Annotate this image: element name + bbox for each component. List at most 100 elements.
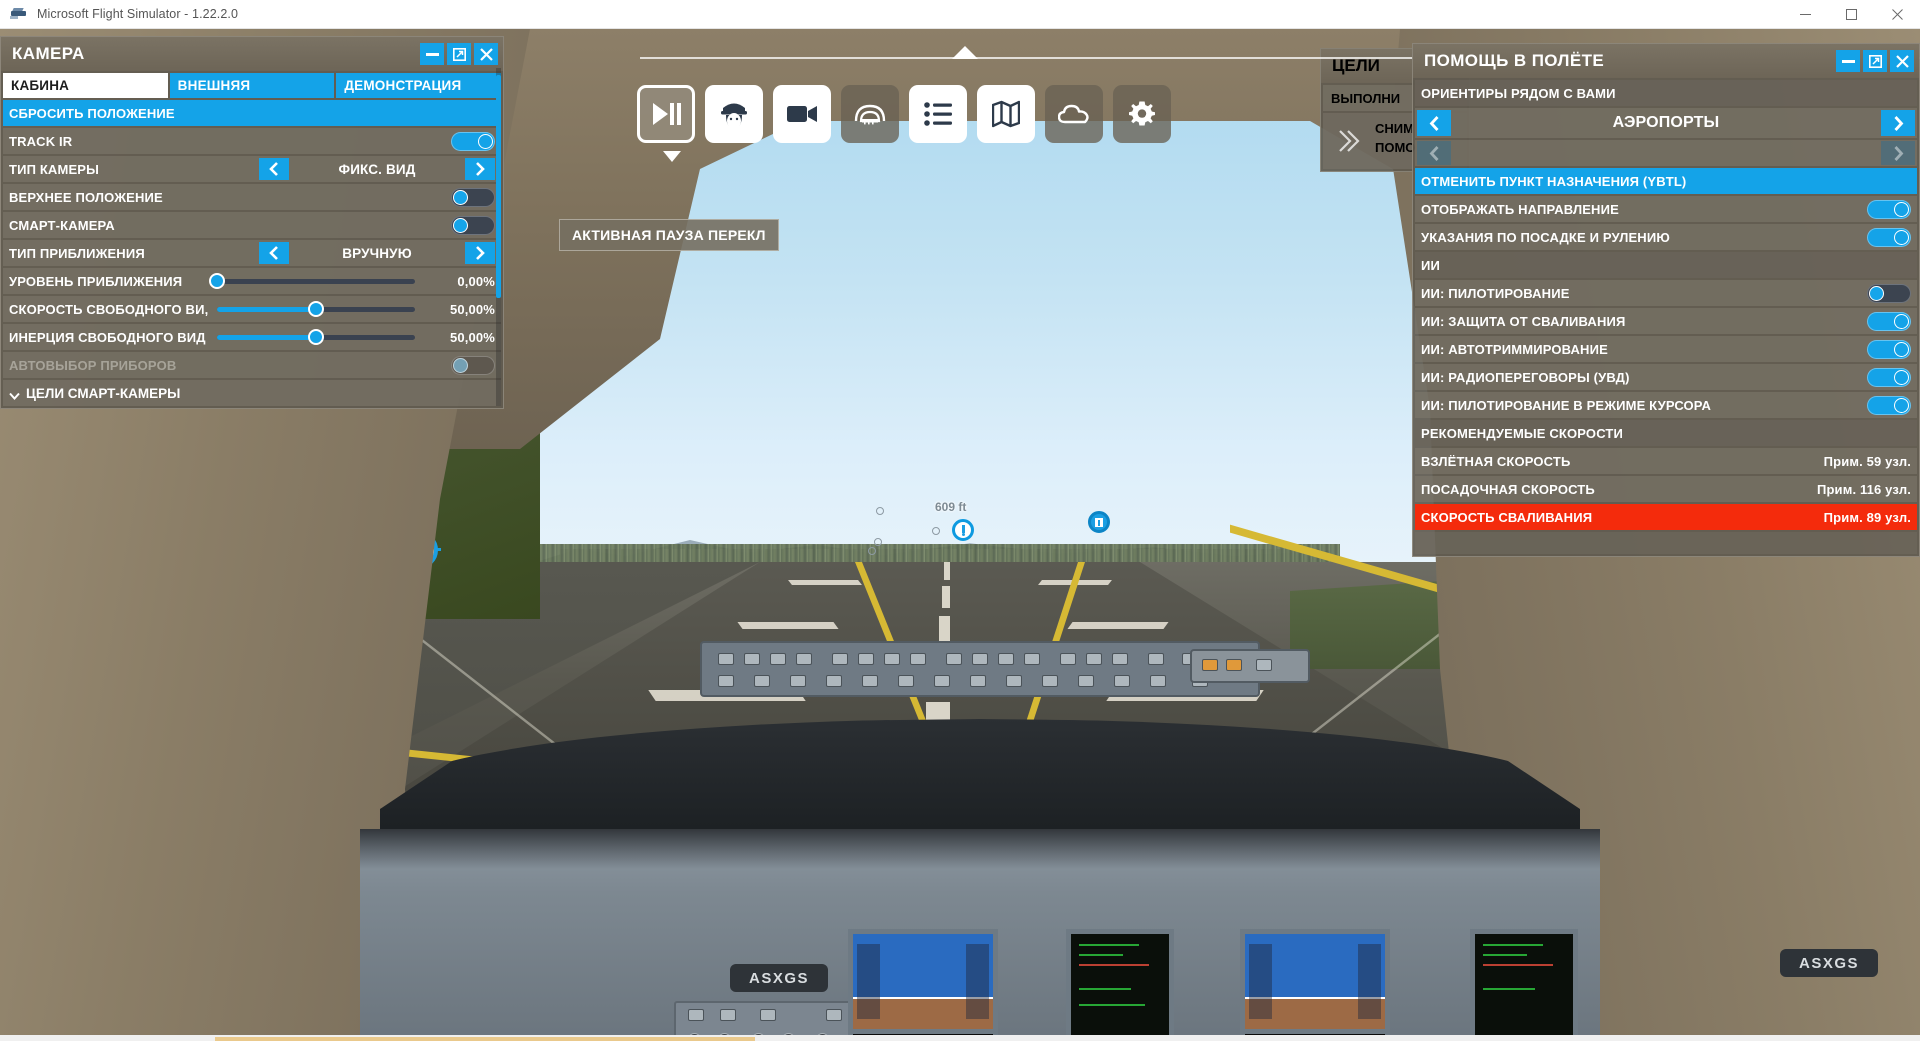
recommended-speeds-label: РЕКОМЕНДУЕМЫЕ СКОРОСТИ — [1421, 425, 1623, 441]
landmark-category-prev-button[interactable] — [1417, 110, 1451, 136]
landmark-item-value — [1415, 140, 1917, 166]
toolbar-weather-button[interactable] — [1045, 85, 1103, 143]
tab-external[interactable]: ВНЕШНЯЯ — [169, 73, 335, 98]
minimize-icon[interactable] — [420, 43, 444, 65]
flight-assistant-panel[interactable]: ПОМОЩЬ В ПОЛЁТЕ ОРИЕНТИРЫ РЯДОМ С ВАМИ А… — [1412, 43, 1920, 557]
poi-landmark-icon — [1088, 511, 1110, 533]
show-direction-label: ОТОБРАЖАТЬ НАПРАВЛЕНИЕ — [1421, 201, 1619, 217]
window-titlebar[interactable]: Microsoft Flight Simulator - 1.22.2.0 — [0, 0, 1920, 29]
ai-radio-atc-label: ИИ: РАДИОПЕРЕГОВОРЫ (УВД) — [1421, 369, 1630, 385]
smart-camera-toggle[interactable] — [451, 216, 495, 235]
toolbar-settings-button[interactable] — [1113, 85, 1171, 143]
upper-position-label: ВЕРХНЕЕ ПОЛОЖЕНИЕ — [9, 189, 163, 205]
toolbar-pilot-assist-button[interactable] — [705, 85, 763, 143]
track-ir-toggle[interactable] — [451, 132, 495, 151]
tab-cabin[interactable]: КАБИНА — [3, 73, 168, 98]
takeoff-speed-value: Прим. 59 узл. — [1823, 453, 1911, 469]
row-ai-autotrim[interactable]: ИИ: АВТОТРИММИРОВАНИЕ — [1415, 336, 1917, 362]
row-show-direction[interactable]: ОТОБРАЖАТЬ НАПРАВЛЕНИЕ — [1415, 196, 1917, 222]
smart-camera-targets-section[interactable]: ЦЕЛИ СМАРТ-КАМЕРЫ — [3, 380, 501, 406]
camera-type-prev-button[interactable] — [259, 158, 289, 180]
free-view-speed-label: СКОРОСТЬ СВОБОДНОГО ВИ, — [9, 301, 209, 317]
checklist-icon — [924, 102, 952, 126]
poi-marker-center[interactable] — [952, 519, 974, 541]
ai-autotrim-label: ИИ: АВТОТРИММИРОВАНИЕ — [1421, 341, 1608, 357]
zoom-type-next-button[interactable] — [465, 242, 495, 264]
player-position-icon[interactable] — [386, 529, 448, 575]
free-view-inertia-label: ИНЕРЦИЯ СВОБОДНОГО ВИД — [9, 329, 206, 345]
camera-row-camera-type[interactable]: ТИП КАМЕРЫ ФИКС. ВИД — [3, 156, 501, 182]
window-close-button[interactable] — [1874, 0, 1920, 29]
gear-icon — [1129, 101, 1155, 126]
stall-speed-value: Прим. 89 узл. — [1823, 509, 1911, 525]
row-ai-cursor-piloting[interactable]: ИИ: ПИЛОТИРОВАНИЕ В РЕЖИМЕ КУРСОРА — [1415, 392, 1917, 418]
camera-panel-scrollbar[interactable] — [496, 68, 501, 406]
camera-row-zoom-level[interactable]: УРОВЕНЬ ПРИБЛИЖЕНИЯ 0,00% — [3, 268, 501, 294]
window-maximize-button[interactable] — [1828, 0, 1874, 29]
camera-panel-tabs: КАБИНА ВНЕШНЯЯ ДЕМОНСТРАЦИЯ — [1, 71, 503, 98]
close-icon[interactable] — [1890, 50, 1914, 72]
minimize-icon[interactable] — [1836, 50, 1860, 72]
camera-type-next-button[interactable] — [465, 158, 495, 180]
row-landing-taxi-guidance[interactable]: УКАЗАНИЯ ПО ПОСАДКЕ И РУЛЕНИЮ — [1415, 224, 1917, 250]
free-view-speed-slider[interactable] — [217, 301, 415, 317]
popout-icon[interactable] — [1863, 50, 1887, 72]
toolbar-active-pause-button[interactable] — [637, 85, 695, 143]
camera-panel[interactable]: КАМЕРА КАБИНА ВНЕШНЯЯ ДЕМОНСТРАЦИЯ СБРОС… — [0, 36, 504, 409]
ai-piloting-toggle[interactable] — [1867, 284, 1911, 303]
poi-dot-small-2 — [874, 538, 882, 546]
camera-row-free-view-speed[interactable]: СКОРОСТЬ СВОБОДНОГО ВИ, 50,00% — [3, 296, 501, 322]
cancel-destination-button[interactable]: ОТМЕНИТЬ ПУНКТ НАЗНАЧЕНИЯ (YBTL) — [1415, 168, 1917, 194]
toolbar-cockpit-view-button[interactable] — [841, 85, 899, 143]
camera-row-upper-position[interactable]: ВЕРХНЕЕ ПОЛОЖЕНИЕ — [3, 184, 501, 210]
ai-radio-atc-toggle[interactable] — [1867, 368, 1911, 387]
chevron-down-icon — [9, 388, 20, 400]
landing-taxi-guidance-toggle[interactable] — [1867, 228, 1911, 247]
toolbar-map-button[interactable] — [977, 85, 1035, 143]
auto-instrument-select-toggle — [451, 356, 495, 375]
window-minimize-button[interactable] — [1782, 0, 1828, 29]
camera-row-free-view-inertia[interactable]: ИНЕРЦИЯ СВОБОДНОГО ВИД 50,00% — [3, 324, 501, 350]
smart-camera-label: СМАРТ-КАМЕРА — [9, 217, 115, 233]
row-takeoff-speed: ВЗЛЁТНАЯ СКОРОСТЬ Прим. 59 узл. — [1415, 448, 1917, 474]
row-ai-stall-protection[interactable]: ИИ: ЗАЩИТА ОТ СВАЛИВАНИЯ — [1415, 308, 1917, 334]
ai-autotrim-toggle[interactable] — [1867, 340, 1911, 359]
zoom-level-value: 0,00% — [457, 273, 495, 289]
zoom-type-prev-button[interactable] — [259, 242, 289, 264]
map-icon — [992, 100, 1020, 128]
toolbar-handle-caret[interactable] — [952, 46, 978, 59]
ai-stall-protection-toggle[interactable] — [1867, 312, 1911, 331]
row-ai-piloting[interactable]: ИИ: ПИЛОТИРОВАНИЕ — [1415, 280, 1917, 306]
toolbar-checklist-button[interactable] — [909, 85, 967, 143]
upper-position-toggle[interactable] — [451, 188, 495, 207]
row-stall-speed: СКОРОСТЬ СВАЛИВАНИЯ Прим. 89 узл. — [1415, 504, 1917, 530]
tab-showcase[interactable]: ДЕМОНСТРАЦИЯ — [336, 73, 502, 98]
flight-assistant-title: ПОМОЩЬ В ПОЛЁТЕ — [1424, 51, 1605, 70]
toolbar-camera-button[interactable] — [773, 85, 831, 143]
ai-cursor-piloting-toggle[interactable] — [1867, 396, 1911, 415]
free-view-inertia-slider[interactable] — [217, 329, 415, 345]
camera-row-smart-camera[interactable]: СМАРТ-КАМЕРА — [3, 212, 501, 238]
camera-reset-position-button[interactable]: СБРОСИТЬ ПОЛОЖЕНИЕ — [3, 100, 501, 126]
popout-icon[interactable] — [447, 43, 471, 65]
flight-simulator-window: 609 ft ASXGS ASXGS АКТИВНАЯ ПАУЗА ПЕРЕКЛ… — [0, 0, 1920, 1041]
cloud-icon — [1058, 104, 1089, 124]
poi-marker-right[interactable] — [1088, 511, 1110, 533]
landmarks-near-you-label: ОРИЕНТИРЫ РЯДОМ С ВАМИ — [1421, 85, 1616, 101]
camera-panel-header[interactable]: КАМЕРА — [1, 37, 503, 71]
camera-row-zoom-type[interactable]: ТИП ПРИБЛИЖЕНИЯ ВРУЧНУЮ — [3, 240, 501, 266]
landmark-category-next-button[interactable] — [1881, 110, 1915, 136]
smart-camera-targets-label: ЦЕЛИ СМАРТ-КАМЕРЫ — [26, 385, 181, 401]
flight-assistant-header[interactable]: ПОМОЩЬ В ПОЛЁТЕ — [1413, 44, 1919, 78]
row-ai-radio-atc[interactable]: ИИ: РАДИОПЕРЕГОВОРЫ (УВД) — [1415, 364, 1917, 390]
landmark-item-carousel — [1415, 140, 1917, 166]
show-direction-toggle[interactable] — [1867, 200, 1911, 219]
auto-instrument-select-label: АВТОВЫБОР ПРИБОРОВ — [9, 357, 177, 373]
camera-row-track-ir[interactable]: TRACK IR — [3, 128, 501, 154]
zoom-level-slider[interactable] — [209, 273, 415, 289]
ai-piloting-label: ИИ: ПИЛОТИРОВАНИЕ — [1421, 285, 1570, 301]
poi-dot-small-1 — [932, 527, 940, 535]
landmark-category-carousel[interactable]: АЭРОПОРТЫ — [1415, 108, 1917, 138]
double-chevron-right-icon — [1323, 113, 1375, 169]
close-icon[interactable] — [474, 43, 498, 65]
